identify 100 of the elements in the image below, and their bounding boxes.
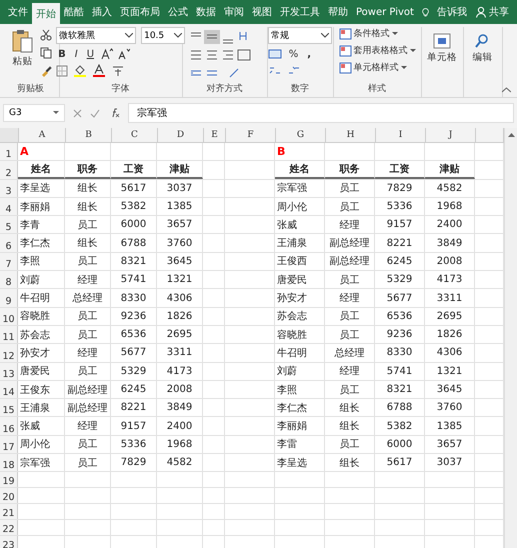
- row-header[interactable]: 16: [0, 417, 18, 435]
- caret-icon: [392, 32, 398, 36]
- share-button[interactable]: 共享: [471, 0, 517, 24]
- table-cell: B: [277, 145, 286, 158]
- row-header[interactable]: 7: [0, 252, 18, 270]
- row-header[interactable]: 21: [0, 504, 18, 520]
- font-color-icon[interactable]: [92, 64, 106, 77]
- row-header[interactable]: 10: [0, 308, 18, 325]
- table-cell-text: 王俊西: [277, 255, 307, 268]
- name-box[interactable]: G3: [3, 104, 65, 122]
- italic-button[interactable]: I: [72, 48, 80, 60]
- styles-menu-button[interactable]: 条件格式: [338, 27, 398, 40]
- shrink-font-icon[interactable]: [118, 48, 130, 60]
- table-cell: 7829: [120, 457, 146, 468]
- table-style-icon: [338, 44, 352, 56]
- ribbon-tab[interactable]: 数据: [192, 0, 220, 24]
- font-name-dropdown[interactable]: 微软雅黑: [56, 27, 136, 44]
- column-header[interactable]: A: [19, 128, 66, 142]
- row-header[interactable]: 19: [0, 472, 18, 488]
- editing-button[interactable]: 编辑: [470, 27, 494, 66]
- row-header[interactable]: 22: [0, 520, 18, 536]
- table-cell: 3645: [166, 256, 192, 267]
- copy-icon[interactable]: [40, 47, 52, 59]
- fill-color-icon[interactable]: [73, 64, 88, 77]
- row-header[interactable]: 3: [0, 180, 18, 197]
- table-cell: 2008: [166, 384, 192, 395]
- row-header[interactable]: 1: [0, 143, 18, 160]
- column-header[interactable]: H: [326, 128, 376, 142]
- ribbon-tab[interactable]: 文件: [4, 0, 32, 24]
- table-cell: 6000: [386, 438, 412, 450]
- column-header[interactable]: C: [112, 128, 158, 142]
- row-header[interactable]: 20: [0, 488, 18, 504]
- row-header[interactable]: 15: [0, 399, 18, 416]
- ribbon-tab[interactable]: 公式: [164, 0, 192, 24]
- styles-menu-button[interactable]: 单元格样式: [338, 61, 407, 74]
- paste-button[interactable]: 粘贴: [10, 27, 36, 82]
- scissors-icon[interactable]: [40, 29, 52, 41]
- row-header[interactable]: 9: [0, 289, 18, 307]
- ribbon-tab[interactable]: 审阅: [220, 0, 248, 24]
- grow-font-icon[interactable]: [101, 48, 114, 60]
- border-icon[interactable]: [56, 64, 68, 76]
- percent-button[interactable]: %: [286, 48, 300, 60]
- column-header[interactable]: D: [158, 128, 204, 142]
- column-header[interactable]: G: [276, 128, 326, 142]
- cancel-icon[interactable]: [73, 108, 82, 118]
- ribbon-tab[interactable]: Power Pivot: [352, 0, 418, 24]
- row-header[interactable]: 2: [0, 161, 18, 179]
- row-header[interactable]: 17: [0, 436, 18, 454]
- table-cell-text: 周小伦: [277, 200, 307, 214]
- table-cell: 5617: [120, 182, 146, 194]
- row-header[interactable]: 12: [0, 344, 18, 362]
- scroll-up-icon[interactable]: [508, 132, 514, 137]
- decrease-decimal-icon[interactable]: [286, 64, 301, 76]
- column-header[interactable]: J: [426, 128, 476, 142]
- styles-menu-button[interactable]: 套用表格格式: [338, 44, 416, 57]
- ribbon-tab[interactable]: 开发工具: [276, 0, 324, 24]
- number-format-dropdown[interactable]: 常规: [268, 27, 332, 44]
- row-header[interactable]: 18: [0, 454, 18, 472]
- table-cell-text: 员工: [340, 384, 360, 396]
- column-header[interactable]: F: [226, 128, 276, 142]
- table-cell-text: 王俊东: [20, 384, 50, 396]
- group-label: 样式: [368, 82, 386, 96]
- currency-icon[interactable]: [268, 48, 282, 60]
- vertical-scrollbar[interactable]: [504, 128, 517, 548]
- formula-field[interactable]: 宗军强: [128, 103, 514, 123]
- font-size-dropdown[interactable]: 10.5: [141, 27, 186, 44]
- row-header[interactable]: 11: [0, 326, 18, 344]
- column-header[interactable]: B: [66, 128, 112, 142]
- comma-button[interactable]: ,: [305, 48, 314, 60]
- phonetic-icon[interactable]: [111, 64, 126, 77]
- table-cell: 2400: [166, 420, 192, 432]
- row-header[interactable]: 4: [0, 198, 18, 216]
- column-header[interactable]: E: [204, 128, 226, 142]
- row-header[interactable]: 8: [0, 271, 18, 288]
- ribbon-tab[interactable]: 酷酷: [60, 0, 88, 24]
- row-header[interactable]: 14: [0, 380, 18, 398]
- table-cell: 3037: [436, 457, 462, 468]
- ribbon-tab[interactable]: 插入: [88, 0, 116, 24]
- table-cell-text: 员工: [340, 328, 360, 342]
- bold-button[interactable]: B: [56, 48, 68, 60]
- cells-button[interactable]: 单元格: [425, 27, 460, 66]
- ribbon-tab[interactable]: 页面布局: [116, 0, 164, 24]
- underline-button[interactable]: U: [84, 48, 96, 60]
- table-cell-text: 李丽娟: [277, 420, 307, 434]
- table-cell: 5677: [386, 292, 412, 304]
- collapse-ribbon-icon[interactable]: [502, 87, 511, 93]
- ribbon-tab[interactable]: 帮助: [324, 0, 352, 24]
- column-header[interactable]: I: [376, 128, 426, 142]
- check-icon[interactable]: [90, 108, 100, 118]
- row-header[interactable]: 6: [0, 234, 18, 252]
- ribbon-tab[interactable]: 视图: [248, 0, 276, 24]
- row-header[interactable]: 5: [0, 216, 18, 234]
- table-cell-text: 姓名: [31, 162, 51, 176]
- brush-icon[interactable]: [40, 65, 52, 77]
- table-cell-text: 张威: [277, 218, 297, 232]
- ribbon-tab[interactable]: 开始: [32, 3, 60, 24]
- clipboard-icon: [12, 29, 34, 53]
- lightbulb-icon[interactable]: [422, 6, 429, 18]
- tell-me-search[interactable]: 告诉我: [433, 0, 471, 24]
- row-header[interactable]: 13: [0, 362, 18, 380]
